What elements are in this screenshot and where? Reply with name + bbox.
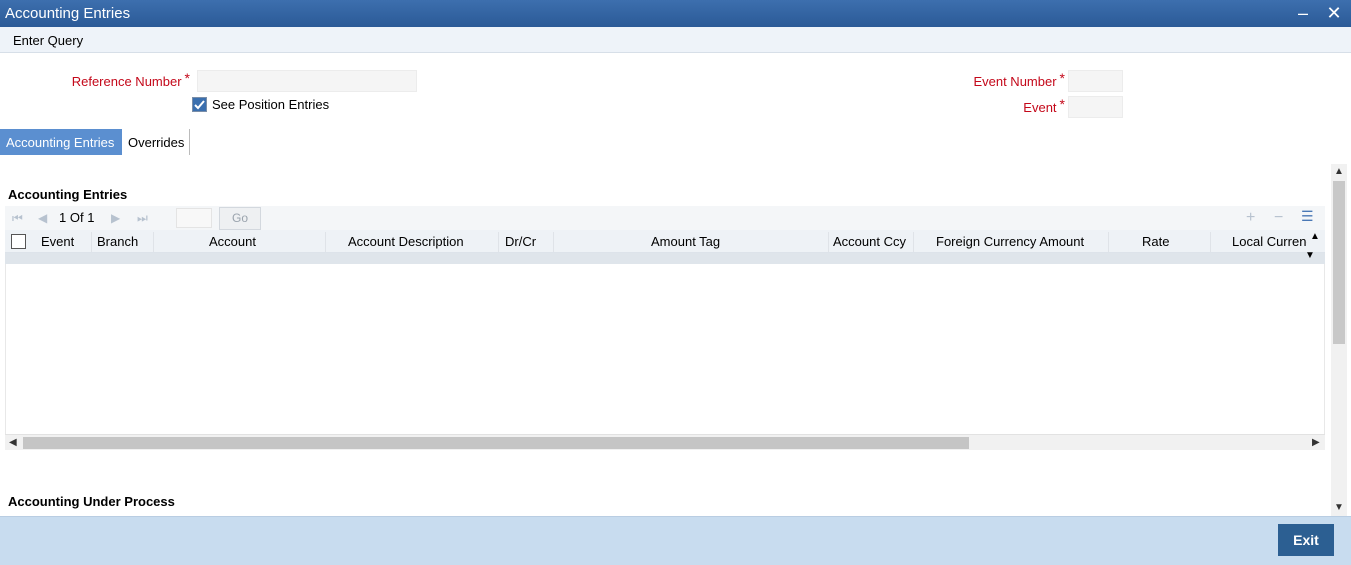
- page-indicator: 1 Of 1: [59, 210, 94, 225]
- view-options-icon[interactable]: ☰: [1301, 208, 1314, 225]
- current-page: 1: [59, 210, 67, 225]
- page-of-label: Of: [69, 210, 84, 225]
- horizontal-scroll-thumb[interactable]: [23, 437, 969, 449]
- add-row-icon[interactable]: +: [1246, 209, 1255, 227]
- col-divider: [498, 232, 499, 252]
- select-all-checkbox[interactable]: [11, 234, 26, 249]
- col-foreign-currency-amount[interactable]: Foreign Currency Amount: [936, 234, 1084, 249]
- col-rate[interactable]: Rate: [1142, 234, 1169, 249]
- event-input[interactable]: [1068, 96, 1123, 118]
- col-account[interactable]: Account: [209, 234, 256, 249]
- page-number-input[interactable]: [176, 208, 212, 228]
- event-number-label-text: Event Number: [973, 74, 1057, 89]
- accounting-entries-section-title: Accounting Entries: [8, 187, 128, 202]
- total-pages: 1: [87, 210, 95, 225]
- exit-button[interactable]: Exit: [1278, 524, 1334, 556]
- tab-accounting-entries[interactable]: Accounting Entries: [0, 129, 122, 155]
- first-page-icon[interactable]: ⏮: [12, 211, 23, 226]
- enter-query-button[interactable]: Enter Query: [13, 33, 83, 48]
- grid-header-filler: ▼: [5, 250, 1325, 264]
- last-page-icon[interactable]: ⏭: [137, 211, 148, 226]
- event-number-input[interactable]: [1068, 70, 1123, 92]
- col-divider: [553, 232, 554, 252]
- footer: Exit: [0, 516, 1351, 565]
- col-event[interactable]: Event: [41, 234, 74, 249]
- scroll-up-icon[interactable]: ▲: [1334, 166, 1344, 177]
- grid-header: Event Branch Account Account Description…: [5, 230, 1325, 253]
- horizontal-scrollbar[interactable]: ◀ ▶: [5, 434, 1325, 450]
- see-position-entries-checkbox[interactable]: [192, 97, 207, 112]
- col-account-ccy[interactable]: Account Ccy: [833, 234, 906, 249]
- pager: ⏮ ◀ 1 Of 1 ▶ ⏭ Go + − ☰: [5, 206, 1325, 230]
- reference-number-label-text: Reference Number: [71, 74, 182, 89]
- reference-number-input[interactable]: [197, 70, 417, 92]
- col-divider: [828, 232, 829, 252]
- accounting-under-process-section-title: Accounting Under Process: [8, 494, 175, 509]
- event-label-text: Event: [1023, 100, 1057, 115]
- col-divider: [1108, 232, 1109, 252]
- tab-overrides[interactable]: Overrides: [122, 129, 190, 155]
- col-account-description[interactable]: Account Description: [348, 234, 464, 249]
- scroll-down-icon[interactable]: ▼: [1334, 502, 1344, 513]
- required-mark: *: [184, 70, 190, 86]
- grid-body: [5, 264, 1325, 434]
- see-position-entries-label: See Position Entries: [212, 97, 330, 112]
- next-page-icon[interactable]: ▶: [111, 211, 120, 225]
- col-divider: [1210, 232, 1211, 252]
- go-button[interactable]: Go: [219, 207, 261, 230]
- event-label: Event *: [900, 96, 1065, 115]
- checkmark-icon: [194, 100, 205, 110]
- toolbar: Enter Query: [0, 27, 1351, 53]
- col-divider: [913, 232, 914, 252]
- previous-page-icon[interactable]: ◀: [38, 211, 47, 225]
- minimize-icon[interactable]: ‒: [1293, 3, 1313, 23]
- title-bar: Accounting Entries ‒ ✕: [0, 0, 1351, 27]
- scroll-left-icon[interactable]: ◀: [9, 437, 17, 448]
- col-dr-cr[interactable]: Dr/Cr: [505, 234, 536, 249]
- vertical-scroll-thumb[interactable]: [1333, 181, 1345, 344]
- col-branch[interactable]: Branch: [97, 234, 138, 249]
- col-divider: [153, 232, 154, 252]
- col-local-currency[interactable]: Local Currency: [1232, 234, 1307, 249]
- window-title: Accounting Entries: [5, 5, 131, 22]
- col-divider: [325, 232, 326, 252]
- required-mark: *: [1059, 96, 1065, 112]
- scroll-down-icon[interactable]: ▼: [1305, 250, 1315, 261]
- vertical-scrollbar[interactable]: ▲ ▼: [1331, 164, 1347, 516]
- required-mark: *: [1059, 70, 1065, 86]
- delete-row-icon[interactable]: −: [1274, 209, 1283, 227]
- col-amount-tag[interactable]: Amount Tag: [651, 234, 720, 249]
- col-divider: [91, 232, 92, 252]
- scroll-up-icon[interactable]: ▲: [1310, 231, 1320, 242]
- event-number-label: Event Number *: [900, 70, 1065, 89]
- close-icon[interactable]: ✕: [1324, 3, 1344, 23]
- reference-number-label: Reference Number *: [20, 70, 190, 89]
- scroll-right-icon[interactable]: ▶: [1312, 437, 1320, 448]
